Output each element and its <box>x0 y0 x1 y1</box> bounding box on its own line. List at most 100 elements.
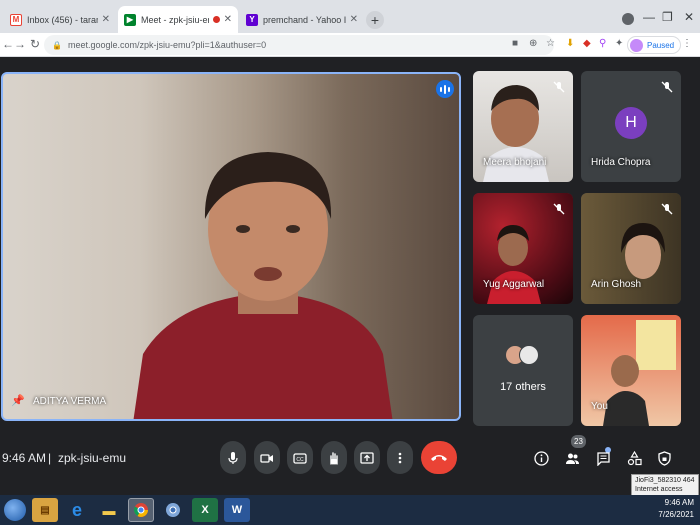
tab-strip: M Inbox (456) - tarannum@theindi ✕ ▶ Mee… <box>0 0 700 33</box>
meeting-time: 9:46 AM <box>2 451 47 465</box>
participant-tile[interactable]: Arin Ghosh <box>581 193 681 304</box>
close-icon[interactable]: ✕ <box>350 14 358 25</box>
clock-time: 9:46 AM <box>664 498 694 507</box>
extension-icon[interactable]: ◆ <box>583 38 591 49</box>
captions-button[interactable]: CC <box>287 441 313 474</box>
app-icon[interactable]: ▤ <box>32 498 58 522</box>
shield-icon <box>657 450 671 466</box>
clock-date: 7/26/2021 <box>658 510 694 519</box>
reload-icon[interactable]: ↻ <box>30 37 40 51</box>
svg-text:CC: CC <box>296 457 304 463</box>
address-bar[interactable]: 🔒 meet.google.com/zpk-jsiu-emu?pli=1&aut… <box>44 35 554 55</box>
tab-yahoo[interactable]: Y premchand - Yahoo India Search ✕ <box>240 6 364 33</box>
people-icon <box>565 453 579 464</box>
network-tooltip: JioFi3_582310 464 Internet access <box>631 474 699 496</box>
chrome-alt-icon[interactable] <box>160 498 186 522</box>
participant-count-badge: 23 <box>571 435 586 448</box>
self-tile[interactable]: You <box>581 315 681 426</box>
info-icon <box>533 450 549 466</box>
activities-button[interactable] <box>625 449 643 467</box>
chrome-icon[interactable] <box>128 498 154 522</box>
participant-tile[interactable]: Meera bhojani <box>473 71 573 182</box>
bookmark-star-icon[interactable]: ☆ <box>546 38 555 49</box>
others-tile[interactable]: 17 others <box>473 315 573 426</box>
gmail-icon: M <box>10 13 22 26</box>
network-status: Internet access <box>635 486 683 493</box>
separator: | <box>48 451 52 465</box>
captions-icon: CC <box>293 452 307 464</box>
people-button[interactable] <box>563 449 581 467</box>
close-window-button[interactable]: ✕ <box>684 10 694 24</box>
menu-icon[interactable]: ⋮ <box>682 38 692 49</box>
recording-icon <box>212 16 220 23</box>
present-button[interactable] <box>354 441 380 474</box>
tab-search-icon[interactable] <box>622 13 634 25</box>
participant-tile[interactable]: H Hrida Chopra <box>581 71 681 182</box>
meeting-code: zpk-jsiu-emu <box>58 451 127 465</box>
network-name: JioFi3_582310 464 <box>635 477 695 484</box>
extension-download-icon[interactable]: ⬇ <box>566 38 574 49</box>
hangup-icon <box>431 454 447 461</box>
participant-name: ADITYA VERMA <box>33 396 107 407</box>
participant-name: Yug Aggarwal <box>483 279 545 290</box>
microphone-button[interactable] <box>220 441 246 474</box>
explorer-icon[interactable]: ▬ <box>96 498 122 522</box>
minimize-button[interactable]: — <box>643 10 655 24</box>
host-controls-button[interactable] <box>655 449 673 467</box>
maximize-button[interactable]: ❐ <box>662 10 673 24</box>
meet-stage: 📌 ADITYA VERMA Meera bhojani H Hrida Cho… <box>0 57 700 495</box>
participant-name: Arin Ghosh <box>591 279 642 290</box>
puzzle-icon[interactable]: ✦ <box>615 38 623 49</box>
avatar <box>519 345 539 365</box>
leave-call-button[interactable] <box>421 441 457 474</box>
more-options-button[interactable] <box>387 441 413 474</box>
close-icon[interactable]: ✕ <box>224 14 232 25</box>
main-video-tile[interactable]: 📌 ADITYA VERMA <box>1 72 461 421</box>
camera-in-use-icon[interactable]: ■ <box>512 38 518 49</box>
ie-icon[interactable]: e <box>64 498 90 522</box>
meeting-details-button[interactable] <box>532 449 550 467</box>
raise-hand-button[interactable] <box>321 441 347 474</box>
participant-name: Meera bhojani <box>483 157 547 168</box>
mic-off-icon <box>661 203 673 215</box>
lock-icon: 🔒 <box>52 40 62 50</box>
participant-tile[interactable]: Yug Aggarwal <box>473 193 573 304</box>
tab-meet[interactable]: ▶ Meet - zpk-jsiu-emu ✕ <box>118 6 238 33</box>
tab-title: premchand - Yahoo India Search <box>263 14 346 25</box>
tab-title: Meet - zpk-jsiu-emu <box>141 14 209 25</box>
zoom-icon[interactable]: ⊕ <box>529 38 537 49</box>
others-avatars <box>505 345 545 367</box>
tab-inbox[interactable]: M Inbox (456) - tarannum@theindi ✕ <box>4 6 116 33</box>
more-vert-icon <box>398 452 402 463</box>
chat-button[interactable] <box>594 449 612 467</box>
avatar <box>630 38 643 52</box>
start-button[interactable] <box>4 499 26 521</box>
word-icon[interactable]: W <box>224 498 250 522</box>
back-icon[interactable]: ← <box>2 37 14 51</box>
chat-icon <box>596 451 610 466</box>
microphone-icon <box>228 451 238 464</box>
profile-button[interactable]: Paused <box>627 36 682 54</box>
meet-icon: ▶ <box>124 13 136 26</box>
windows-taskbar: ▤ e ▬ X W 9:46 AM 7/26/2021 <box>0 495 700 525</box>
screen: M Inbox (456) - tarannum@theindi ✕ ▶ Mee… <box>0 0 700 525</box>
profile-status: Paused <box>647 40 675 50</box>
pin-icon[interactable]: 📌 <box>11 394 25 407</box>
url-text: meet.google.com/zpk-jsiu-emu?pli=1&authu… <box>67 40 267 50</box>
mic-off-icon <box>553 81 565 93</box>
camera-button[interactable] <box>254 441 280 474</box>
avatar: H <box>615 107 647 139</box>
new-tab-button[interactable]: + <box>366 11 384 29</box>
close-icon[interactable]: ✕ <box>102 14 110 25</box>
tab-title: Inbox (456) - tarannum@theindi <box>27 14 98 25</box>
extension-search-icon[interactable]: ⚲ <box>599 38 606 49</box>
excel-icon[interactable]: X <box>192 498 218 522</box>
present-screen-icon <box>360 451 374 464</box>
yahoo-icon: Y <box>246 13 258 26</box>
speaker-video <box>133 152 393 419</box>
mic-off-icon <box>553 203 565 215</box>
forward-icon[interactable]: → <box>14 37 26 51</box>
others-count: 17 others <box>500 381 546 393</box>
mic-off-icon <box>661 81 673 93</box>
participant-name: Hrida Chopra <box>591 157 651 168</box>
